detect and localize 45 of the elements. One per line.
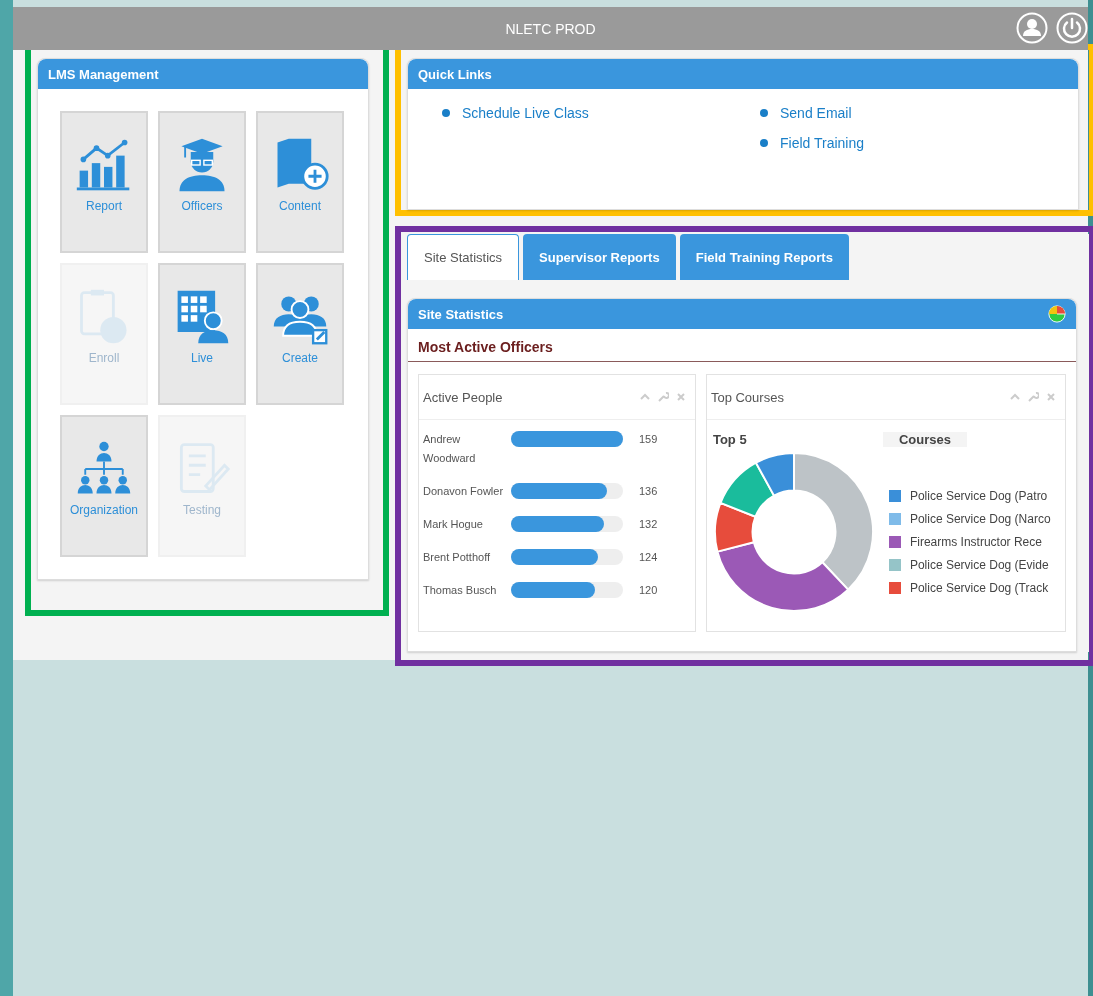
tile-button[interactable]: Organization: [60, 415, 148, 557]
legend-label: Police Service Dog (Evide: [909, 558, 1049, 572]
person-name: Andrew Woodward: [423, 432, 477, 466]
count-value: 120: [639, 583, 658, 598]
tab[interactable]: Site Statistics: [407, 234, 520, 280]
person-name: Donavon Fowler: [423, 484, 505, 499]
tile-button[interactable]: Live: [158, 263, 246, 405]
tab[interactable]: Field Training Reports: [679, 234, 849, 280]
person-name: Thomas Busch: [423, 583, 498, 598]
close-icon[interactable]: [1045, 391, 1057, 403]
tab[interactable]: Supervisor Reports: [523, 234, 676, 280]
widget-title: Top Courses: [710, 389, 784, 405]
count-value: 124: [639, 550, 658, 565]
bullet-icon: [442, 109, 450, 117]
widget-title: Active People: [423, 389, 503, 405]
count-value: 136: [639, 484, 658, 499]
tile-button[interactable]: Report: [60, 111, 148, 253]
quick-link[interactable]: Send Email: [780, 105, 852, 121]
person-name: Brent Potthoff: [423, 550, 492, 565]
column-header: Top 5: [712, 432, 748, 447]
panel-title: Quick Links: [408, 59, 1078, 89]
app-title: NLETC PROD: [505, 20, 596, 37]
tile-button[interactable]: Officers: [158, 111, 246, 253]
bullet-icon: [760, 109, 768, 117]
donut-slice: [719, 461, 775, 518]
legend-label: Police Service Dog (Patro: [909, 489, 1048, 503]
bullet-icon: [760, 139, 768, 147]
pie-chart-icon[interactable]: [1048, 305, 1066, 323]
legend-label: Police Service Dog (Track: [909, 581, 1049, 595]
tile-button[interactable]: Create: [256, 263, 344, 405]
panel-title: LMS Management: [38, 59, 368, 89]
quick-link[interactable]: Schedule Live Class: [462, 105, 589, 121]
person-name: Mark Hogue: [423, 517, 484, 532]
power-icon[interactable]: [1056, 12, 1088, 44]
user-icon[interactable]: [1016, 12, 1048, 44]
column-header: Courses: [882, 432, 967, 447]
quick-link[interactable]: Field Training: [780, 135, 865, 151]
tile-button[interactable]: Content: [256, 111, 344, 253]
section-heading: Most Active Officers: [408, 329, 1076, 362]
panel-title: Site Statistics: [408, 299, 1076, 329]
count-value: 159: [639, 432, 658, 447]
legend-label: Firearms Instructor Rece: [909, 535, 1042, 549]
close-icon[interactable]: [674, 391, 687, 403]
count-value: 132: [639, 517, 658, 532]
legend-label: Police Service Dog (Narco: [909, 512, 1051, 526]
